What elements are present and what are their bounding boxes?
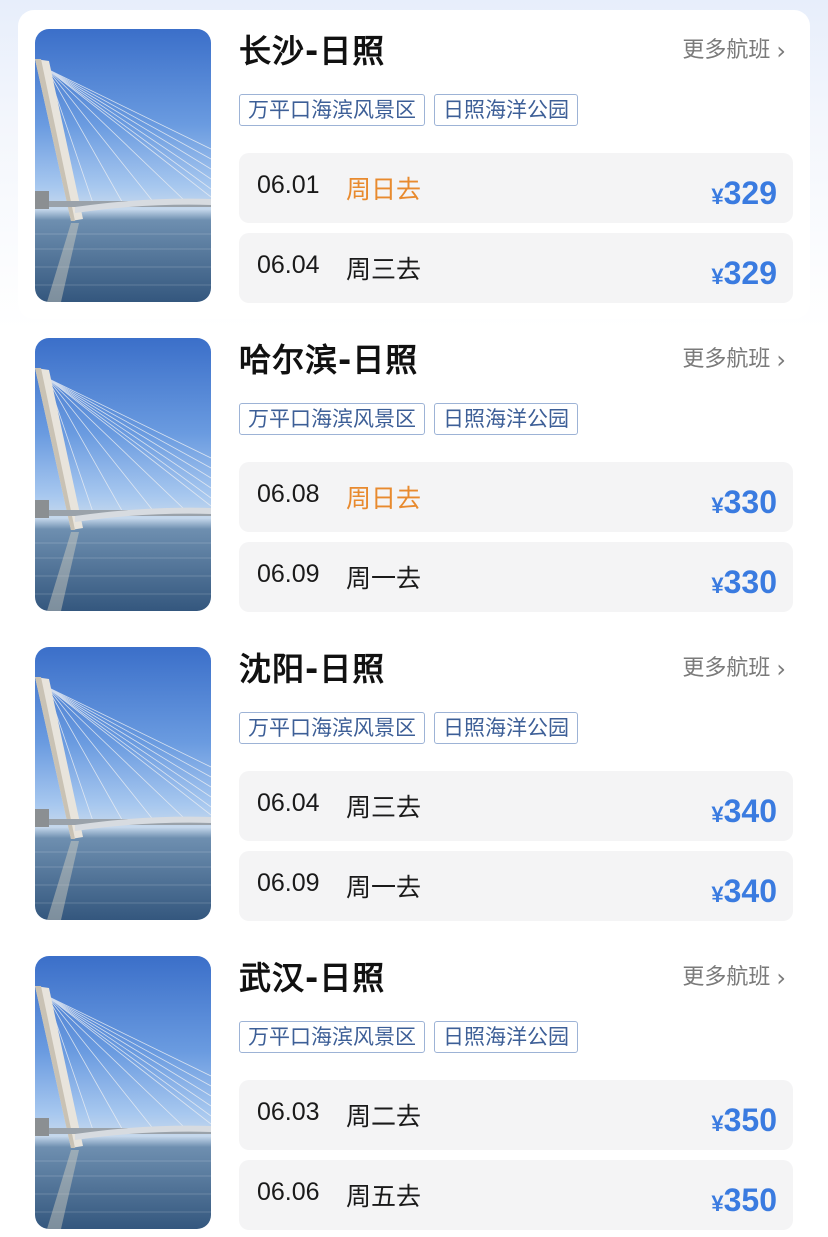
destination-photo[interactable] bbox=[35, 647, 211, 920]
scenic-tag[interactable]: 万平口海滨风景区 bbox=[239, 1021, 425, 1053]
bridge-photo-icon bbox=[35, 59, 211, 302]
scenic-tag[interactable]: 万平口海滨风景区 bbox=[239, 94, 425, 126]
more-flights-label: 更多航班 bbox=[682, 38, 771, 63]
flight-date: 06.04 bbox=[257, 251, 320, 279]
price-value: 329 bbox=[723, 255, 777, 291]
route-list: 长沙-日照 更多航班 › 万平口海滨风景区 日照海洋公园 06.01 周日去 ¥… bbox=[0, 0, 828, 1237]
flight-date: 06.04 bbox=[257, 789, 320, 817]
destination-photo[interactable] bbox=[35, 956, 211, 1229]
scenic-tag[interactable]: 日照海洋公园 bbox=[434, 712, 578, 744]
chevron-right-icon: › bbox=[776, 37, 786, 65]
more-flights-label: 更多航班 bbox=[682, 965, 771, 990]
scenic-tag[interactable]: 日照海洋公园 bbox=[434, 403, 578, 435]
route-card[interactable]: 哈尔滨-日照 更多航班 › 万平口海滨风景区 日照海洋公园 06.08 周日去 … bbox=[18, 319, 810, 628]
flight-price: ¥329 bbox=[711, 255, 777, 292]
flight-date: 06.09 bbox=[257, 869, 320, 897]
route-card[interactable]: 武汉-日照 更多航班 › 万平口海滨风景区 日照海洋公园 06.03 周二去 ¥… bbox=[18, 937, 810, 1237]
flight-price: ¥330 bbox=[711, 484, 777, 521]
scenic-tag[interactable]: 日照海洋公园 bbox=[434, 1021, 578, 1053]
more-flights-label: 更多航班 bbox=[682, 347, 771, 372]
flight-option[interactable]: 06.04 周三去 ¥329 bbox=[239, 233, 793, 303]
flight-option[interactable]: 06.06 周五去 ¥350 bbox=[239, 1160, 793, 1230]
flight-date: 06.06 bbox=[257, 1178, 320, 1206]
scenic-tags: 万平口海滨风景区 日照海洋公园 bbox=[239, 403, 578, 435]
price-value: 329 bbox=[723, 175, 777, 211]
flight-price: ¥329 bbox=[711, 175, 777, 212]
flight-option[interactable]: 06.08 周日去 ¥330 bbox=[239, 462, 793, 532]
flight-weekday: 周二去 bbox=[346, 1102, 422, 1131]
flight-price: ¥330 bbox=[711, 564, 777, 601]
flight-price: ¥350 bbox=[711, 1182, 777, 1219]
flight-weekday: 周五去 bbox=[346, 1182, 422, 1211]
scenic-tags: 万平口海滨风景区 日照海洋公园 bbox=[239, 1021, 578, 1053]
currency-symbol: ¥ bbox=[711, 1191, 724, 1216]
more-flights-label: 更多航班 bbox=[682, 656, 771, 681]
bridge-photo-icon bbox=[35, 677, 211, 920]
price-value: 350 bbox=[723, 1182, 777, 1218]
bridge-photo-icon bbox=[35, 986, 211, 1229]
currency-symbol: ¥ bbox=[711, 882, 724, 907]
scenic-tags: 万平口海滨风景区 日照海洋公园 bbox=[239, 712, 578, 744]
flight-date: 06.08 bbox=[257, 480, 320, 508]
route-card[interactable]: 沈阳-日照 更多航班 › 万平口海滨风景区 日照海洋公园 06.04 周三去 ¥… bbox=[18, 628, 810, 937]
chevron-right-icon: › bbox=[776, 964, 786, 992]
chevron-right-icon: › bbox=[776, 655, 786, 683]
flight-date: 06.01 bbox=[257, 171, 320, 199]
currency-symbol: ¥ bbox=[711, 184, 724, 209]
currency-symbol: ¥ bbox=[711, 573, 724, 598]
flight-weekday: 周一去 bbox=[346, 564, 422, 593]
route-card[interactable]: 长沙-日照 更多航班 › 万平口海滨风景区 日照海洋公园 06.01 周日去 ¥… bbox=[18, 10, 810, 319]
flight-price: ¥340 bbox=[711, 793, 777, 830]
flight-date: 06.03 bbox=[257, 1098, 320, 1126]
more-flights-link[interactable]: 更多航班 › bbox=[682, 345, 786, 375]
route-title: 武汉-日照 bbox=[239, 959, 386, 997]
price-value: 330 bbox=[723, 564, 777, 600]
more-flights-link[interactable]: 更多航班 › bbox=[682, 36, 786, 66]
currency-symbol: ¥ bbox=[711, 1111, 724, 1136]
scenic-tag[interactable]: 日照海洋公园 bbox=[434, 94, 578, 126]
destination-photo[interactable] bbox=[35, 29, 211, 302]
currency-symbol: ¥ bbox=[711, 802, 724, 827]
more-flights-link[interactable]: 更多航班 › bbox=[682, 654, 786, 684]
flight-price: ¥350 bbox=[711, 1102, 777, 1139]
flight-weekday: 周日去 bbox=[346, 484, 422, 513]
route-title: 沈阳-日照 bbox=[239, 650, 386, 688]
currency-symbol: ¥ bbox=[711, 493, 724, 518]
flight-weekday: 周三去 bbox=[346, 255, 422, 284]
flight-price: ¥340 bbox=[711, 873, 777, 910]
flight-date: 06.09 bbox=[257, 560, 320, 588]
currency-symbol: ¥ bbox=[711, 264, 724, 289]
flight-option[interactable]: 06.09 周一去 ¥330 bbox=[239, 542, 793, 612]
flight-option[interactable]: 06.03 周二去 ¥350 bbox=[239, 1080, 793, 1150]
scenic-tag[interactable]: 万平口海滨风景区 bbox=[239, 403, 425, 435]
bridge-photo-icon bbox=[35, 368, 211, 611]
flight-weekday: 周日去 bbox=[346, 175, 422, 204]
scenic-tags: 万平口海滨风景区 日照海洋公园 bbox=[239, 94, 578, 126]
more-flights-link[interactable]: 更多航班 › bbox=[682, 963, 786, 993]
price-value: 350 bbox=[723, 1102, 777, 1138]
flight-option[interactable]: 06.01 周日去 ¥329 bbox=[239, 153, 793, 223]
route-title: 哈尔滨-日照 bbox=[239, 341, 419, 379]
price-value: 330 bbox=[723, 484, 777, 520]
destination-photo[interactable] bbox=[35, 338, 211, 611]
flight-option[interactable]: 06.04 周三去 ¥340 bbox=[239, 771, 793, 841]
flight-weekday: 周一去 bbox=[346, 873, 422, 902]
chevron-right-icon: › bbox=[776, 346, 786, 374]
price-value: 340 bbox=[723, 793, 777, 829]
flight-weekday: 周三去 bbox=[346, 793, 422, 822]
scenic-tag[interactable]: 万平口海滨风景区 bbox=[239, 712, 425, 744]
price-value: 340 bbox=[723, 873, 777, 909]
route-title: 长沙-日照 bbox=[239, 32, 386, 70]
flight-option[interactable]: 06.09 周一去 ¥340 bbox=[239, 851, 793, 921]
